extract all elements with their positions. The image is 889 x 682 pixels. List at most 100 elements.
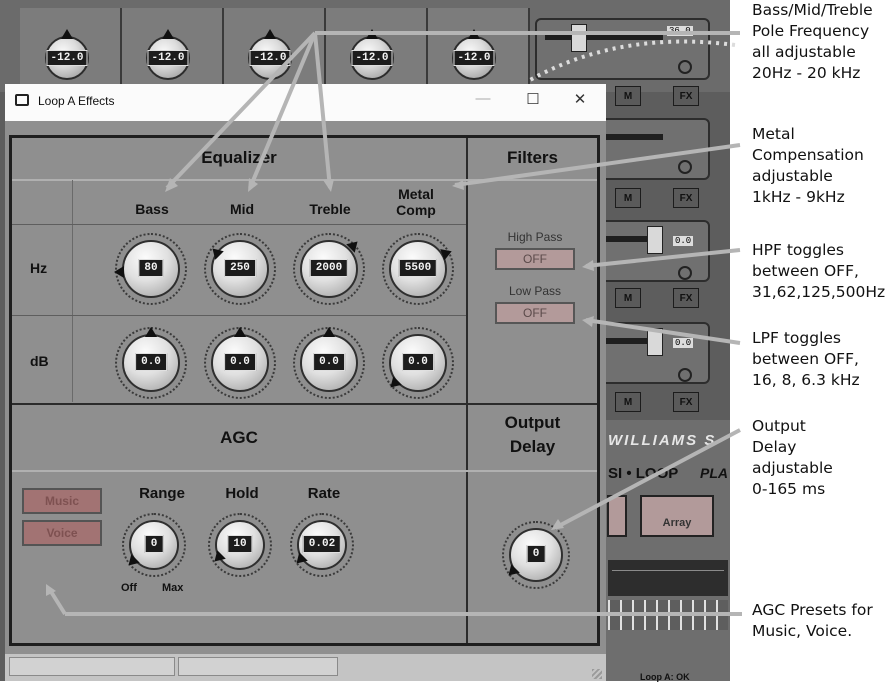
fader-panel: 36.0 [535,18,710,80]
gain-value: -12.0 [453,50,495,66]
agc-rate-knob[interactable]: 0.02 [292,520,347,570]
window-title: Loop A Effects [38,94,115,108]
row-header-hz: Hz [30,260,48,276]
output-delay-value: 0 [526,545,546,563]
title-bar: Loop A Effects — ☐ ✕ [5,84,606,121]
bass-frequency-value: 80 [138,258,164,277]
low-pass-label: Low Pass [508,284,562,298]
high-pass-toggle[interactable]: OFF [495,248,575,270]
treble-gain-knob[interactable]: 0.0 [300,327,358,392]
grid-line [12,224,466,225]
gain-value: -12.0 [351,50,393,66]
brand-text: WILLIAMS S [608,432,717,449]
close-button[interactable]: ✕ [565,90,595,108]
play-text: PLA [700,465,728,481]
annotation-line: adjustable [752,167,833,185]
high-pass-label: High Pass [507,230,563,244]
mute-button[interactable]: M [615,86,641,106]
meter-line [612,570,724,571]
metal-comp-gain-knob[interactable]: 0.0 [386,334,447,392]
background-lower-panel [605,420,730,681]
gain-knob[interactable]: -12.0 [248,29,292,80]
app-icon [15,94,29,106]
led-indicator [678,60,692,74]
fader-value: 0.0 [673,338,694,348]
voice-preset-button[interactable]: Voice [22,520,102,546]
effects-panel: Equalizer Filters Bass Mid Treble Metal … [9,135,600,646]
annotation-line: 31,62,125,500Hz [752,283,886,301]
agc-hold-knob[interactable]: 10 [210,520,265,570]
gain-knob[interactable]: -12.0 [45,29,89,80]
minimize-button[interactable]: — [468,90,498,107]
annotation-line: 0-165 ms [752,480,826,498]
metal-comp-frequency-knob[interactable]: 5500 [389,240,454,298]
range-label: Range [139,485,185,502]
low-pass-toggle[interactable]: OFF [495,302,575,324]
effects-client-area: Equalizer Filters Bass Mid Treble Metal … [5,121,606,681]
treble-frequency-knob[interactable]: 2000 [300,237,362,298]
annotation-line: Metal [752,125,795,143]
gain-knob[interactable]: -12.0 [146,29,190,80]
mute-button[interactable]: M [615,188,641,208]
bass-gain-value: 0.0 [135,352,167,371]
annotation-lpf: LPF toggles between OFF, 16, 8, 6.3 kHz [752,328,860,391]
fader-handle[interactable] [647,226,663,254]
meter-scale [608,600,728,630]
music-preset-button[interactable]: Music [22,488,102,514]
agc-hold-value: 10 [227,535,253,554]
annotation-line: LPF toggles [752,329,841,347]
gain-knob[interactable]: -12.0 [452,29,496,80]
header-rule [12,470,597,472]
output-delay-knob[interactable]: 0 [504,528,563,582]
resize-grip[interactable] [592,669,602,679]
array-button[interactable]: Array [640,495,714,537]
header-rule [12,179,597,181]
annotation-line: Compensation [752,146,864,164]
fx-button[interactable]: FX [673,288,699,308]
fx-button[interactable]: FX [673,86,699,106]
fader-value: 0.0 [673,236,694,246]
fader-handle[interactable] [571,24,587,52]
fx-button[interactable]: FX [673,188,699,208]
level-meter [608,560,728,596]
annotation-line: adjustable [752,459,833,477]
loop-text: SI • LOOP [608,465,679,482]
section-divider [12,403,597,405]
annotation-line: Delay [752,438,797,456]
annotation-line: Music, Voice. [752,622,853,640]
range-min-label: Off [121,582,137,594]
annotation-line: 16, 8, 6.3 kHz [752,371,860,389]
mute-button[interactable]: M [615,392,641,412]
filters-header: Filters [506,148,559,167]
fx-button[interactable]: FX [673,392,699,412]
background-button[interactable] [607,495,627,537]
output-delay-header-line1: Output [504,413,561,432]
mid-frequency-knob[interactable]: 250 [208,240,269,298]
output-delay-header-line2: Delay [509,437,556,456]
agc-range-value: 0 [144,535,164,554]
annotation-line: Bass/Mid/Treble [752,1,873,19]
annotation-hpf: HPF toggles between OFF, 31,62,125,500Hz [752,240,885,303]
output-delay-header: Output Delay [468,411,597,459]
maximize-button[interactable]: ☐ [518,90,548,108]
column-header-metal-comp: Metal Comp [396,186,436,218]
rate-label: Rate [307,485,341,502]
mute-button[interactable]: M [615,288,641,308]
hold-label: Hold [225,485,259,502]
mid-frequency-value: 250 [224,258,256,277]
equalizer-header: Equalizer [201,148,277,167]
mid-gain-knob[interactable]: 0.0 [211,327,269,392]
row-header-db: dB [30,353,49,369]
annotation-line: between OFF, [752,350,859,368]
grid-line [72,180,73,402]
annotation-line: 1kHz - 9kHz [752,188,845,206]
gain-knob[interactable]: -12.0 [350,29,394,80]
status-cell [178,657,338,676]
annotation-line: HPF toggles [752,241,845,259]
fader-handle[interactable] [647,328,663,356]
bass-gain-knob[interactable]: 0.0 [122,327,180,392]
bass-frequency-knob[interactable]: 80 [114,240,180,298]
agc-range-knob[interactable]: 0 [124,520,179,570]
treble-gain-value: 0.0 [313,352,345,371]
status-cell [9,657,175,676]
